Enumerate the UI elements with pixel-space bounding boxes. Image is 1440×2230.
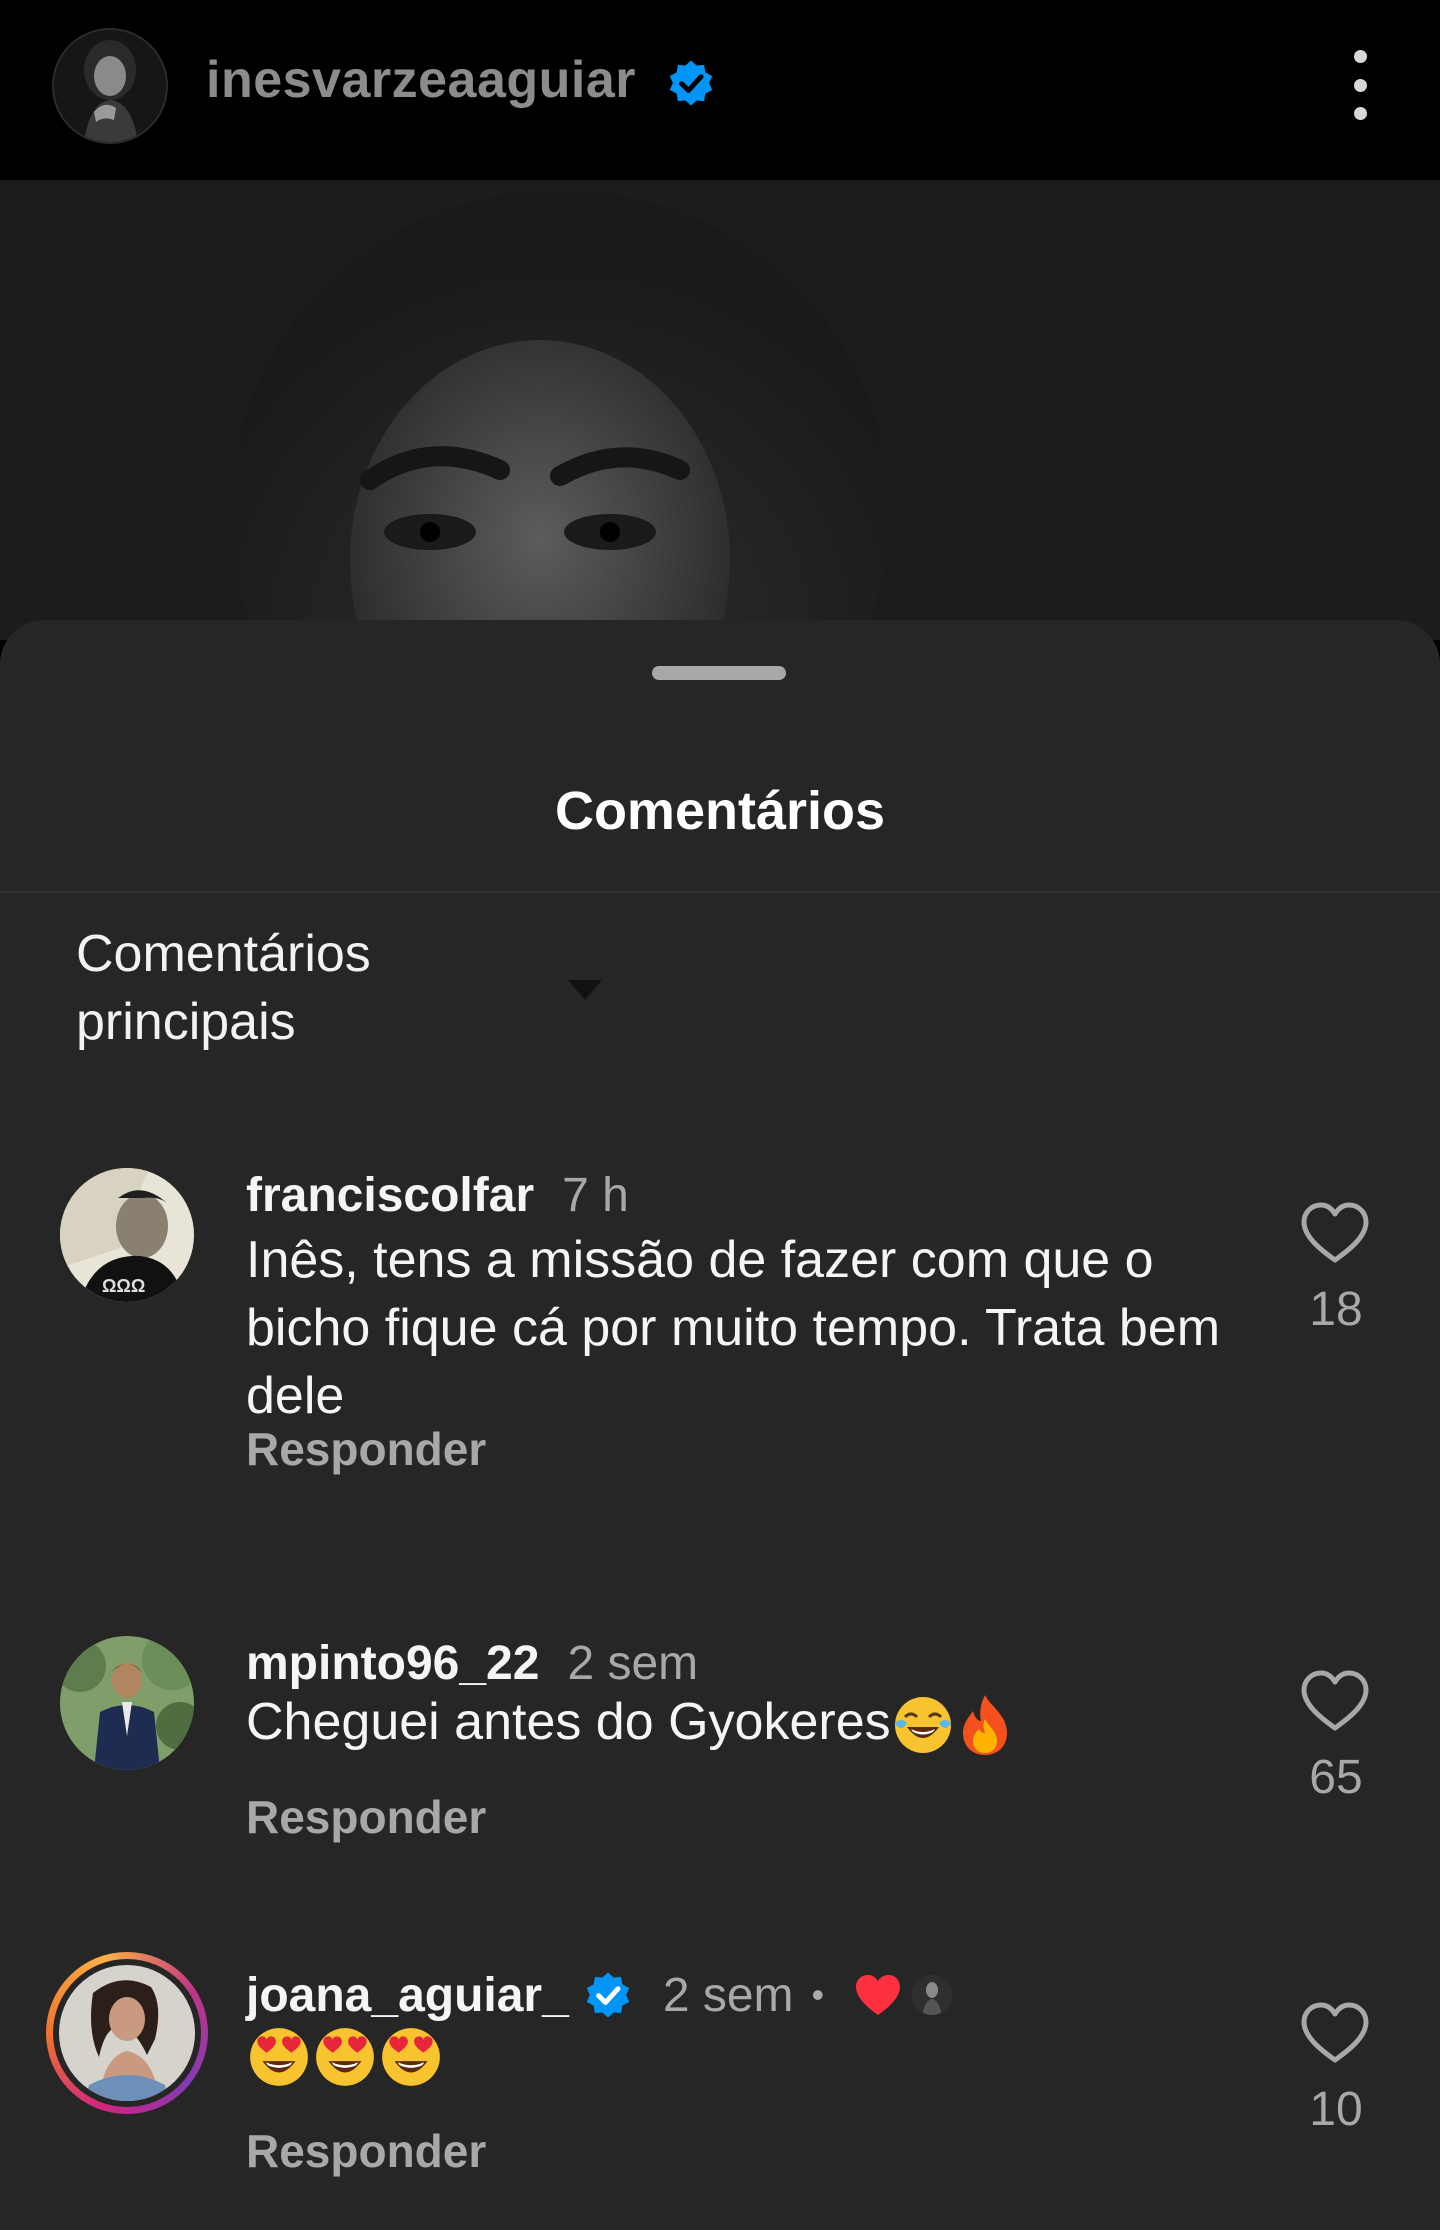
like-count: 18 bbox=[1309, 1283, 1363, 1336]
heart-filled-icon bbox=[856, 1975, 901, 2015]
svg-text:ΩΩΩ: ΩΩΩ bbox=[102, 1276, 145, 1296]
commenter-avatar-story-ring[interactable] bbox=[46, 1952, 208, 2114]
comments-sheet: Comentários Comentários principais ΩΩΩ f… bbox=[0, 620, 1440, 2230]
caret-down-icon bbox=[568, 980, 602, 1000]
heart-outline-icon bbox=[1301, 1202, 1369, 1263]
reply-button[interactable]: Responder bbox=[246, 1422, 486, 1476]
smiling-face-with-heart-eyes-icon bbox=[316, 2028, 374, 2087]
separator-dot: • bbox=[811, 1974, 825, 2015]
comment-item: joana_aguiar_ 2 sem • Responder 10 bbox=[0, 1952, 1440, 2230]
comment-text bbox=[246, 2020, 1226, 2090]
comment-item: ΩΩΩ franciscolfar 7 h Inês, tens a missã… bbox=[0, 1160, 1440, 1550]
commenter-avatar[interactable] bbox=[60, 1636, 194, 1770]
more-vertical-icon[interactable] bbox=[1340, 50, 1380, 120]
like-comment-button[interactable] bbox=[1300, 2002, 1370, 2064]
comment-header: franciscolfar 7 h bbox=[246, 1160, 629, 1230]
reply-button[interactable]: Responder bbox=[246, 2124, 486, 2178]
fire-icon bbox=[962, 1695, 1007, 1756]
creator-avatar bbox=[912, 1975, 953, 2015]
comment-username[interactable]: franciscolfar bbox=[246, 1168, 534, 1223]
comment-time: 2 sem bbox=[567, 1636, 699, 1690]
profile-photo bbox=[54, 30, 166, 142]
smiling-face-with-heart-eyes-icon bbox=[250, 2028, 308, 2087]
reply-button[interactable]: Responder bbox=[246, 1790, 486, 1844]
like-count: 65 bbox=[1309, 1751, 1363, 1804]
verified-badge-icon bbox=[586, 1972, 630, 2018]
post-author-username[interactable]: inesvarzeaaguiar bbox=[206, 50, 636, 110]
smiling-face-with-heart-eyes-icon bbox=[382, 2028, 440, 2087]
verified-badge-icon bbox=[669, 60, 713, 106]
divider bbox=[0, 891, 1440, 893]
comment-text: Cheguei antes do Gyokeres bbox=[246, 1688, 1226, 1757]
comment-username[interactable]: mpinto96_22 bbox=[246, 1636, 539, 1691]
comment-time: 2 sem bbox=[662, 1968, 794, 2022]
heart-outline-icon bbox=[1301, 1670, 1369, 1731]
comment-time: 7 h bbox=[562, 1168, 629, 1222]
post-image bbox=[0, 180, 1440, 640]
commenter-avatar[interactable]: ΩΩΩ bbox=[60, 1168, 194, 1302]
profile-avatar[interactable] bbox=[52, 28, 168, 144]
sheet-drag-handle[interactable] bbox=[652, 666, 786, 680]
post-header: inesvarzeaaguiar bbox=[0, 0, 1440, 180]
heart-outline-icon bbox=[1301, 2002, 1369, 2063]
sort-label: Comentários principais bbox=[76, 925, 371, 1051]
like-comment-button[interactable] bbox=[1300, 1670, 1370, 1732]
comment-item: mpinto96_22 2 sem Cheguei antes do Gyoke… bbox=[0, 1628, 1440, 1888]
like-count: 10 bbox=[1309, 2083, 1363, 2136]
like-comment-button[interactable] bbox=[1300, 1202, 1370, 1264]
comment-username[interactable]: joana_aguiar_ bbox=[246, 1968, 569, 2023]
face-with-tears-of-joy-icon bbox=[894, 1697, 951, 1754]
sort-dropdown[interactable]: Comentários principais bbox=[76, 920, 636, 1070]
comment-text-body: Cheguei antes do Gyokeres bbox=[246, 1693, 891, 1751]
sheet-title: Comentários bbox=[554, 781, 886, 841]
comment-text: Inês, tens a missão de fazer com que o b… bbox=[246, 1231, 1221, 1425]
